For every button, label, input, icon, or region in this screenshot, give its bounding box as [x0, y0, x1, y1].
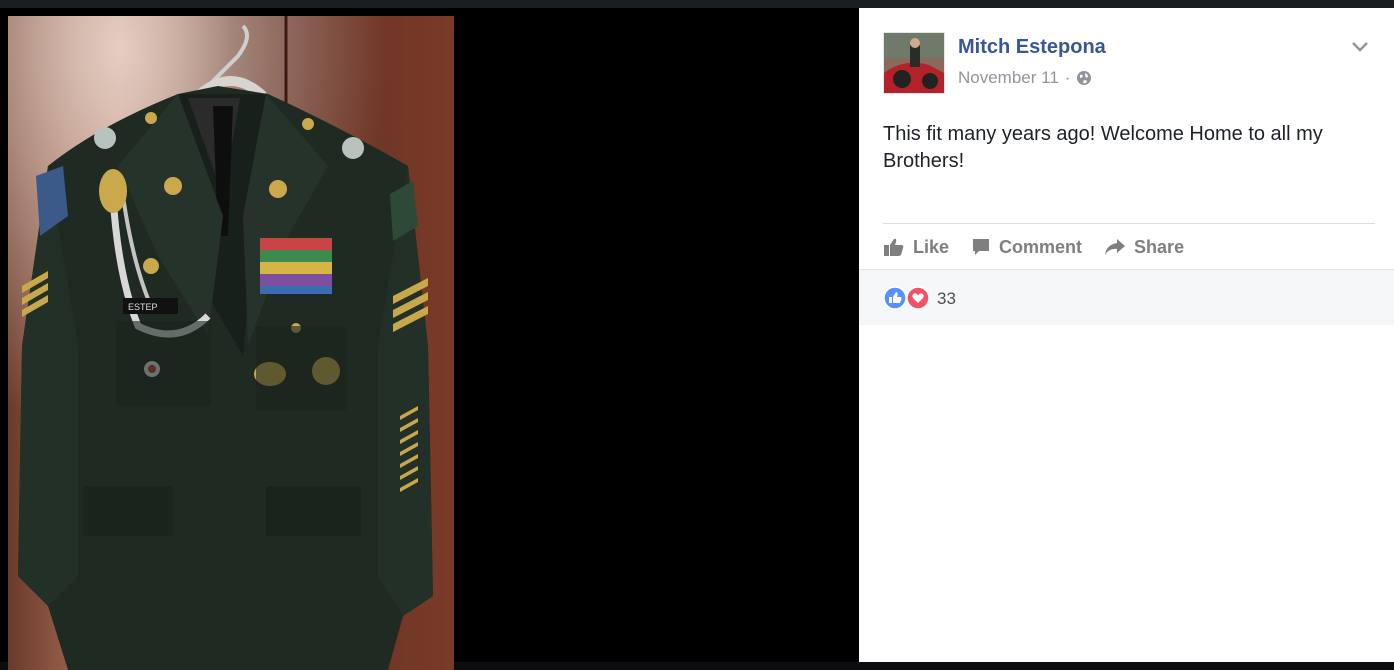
share-arrow-icon — [1105, 239, 1126, 255]
like-reaction-icon — [883, 286, 907, 310]
meta-separator: · — [1064, 68, 1071, 87]
comments-area — [870, 324, 1394, 662]
post-actions: Like Comment Share — [883, 232, 1184, 262]
avatar-image — [884, 33, 944, 93]
photo-viewer[interactable]: ESTEP — [0, 8, 859, 670]
avatar[interactable] — [883, 32, 945, 94]
like-label: Like — [913, 236, 950, 257]
thumbs-up-icon — [884, 238, 904, 256]
comment-label: Comment — [999, 236, 1083, 257]
comment-button[interactable]: Comment — [971, 237, 1082, 258]
post-date[interactable]: November 11 — [958, 68, 1059, 88]
reaction-icons[interactable] — [883, 286, 933, 310]
like-button[interactable]: Like — [883, 237, 949, 258]
love-reaction-icon — [906, 286, 930, 310]
comment-icon — [973, 239, 990, 255]
globe-icon[interactable] — [1076, 70, 1092, 86]
actions-divider — [883, 223, 1375, 224]
reaction-count[interactable]: 33 — [937, 289, 956, 309]
post-photo: ESTEP — [8, 16, 454, 670]
post-text: This fit many years ago! Welcome Home to… — [883, 123, 1323, 172]
top-bar — [0, 0, 1394, 8]
share-button[interactable]: Share — [1104, 237, 1184, 258]
nametag-text: ESTEP — [128, 302, 158, 312]
share-label: Share — [1134, 236, 1185, 257]
post-meta: November 11 · — [958, 68, 1092, 88]
author-name[interactable]: Mitch Estepona — [958, 36, 1106, 59]
chevron-down-icon[interactable] — [1350, 36, 1370, 56]
